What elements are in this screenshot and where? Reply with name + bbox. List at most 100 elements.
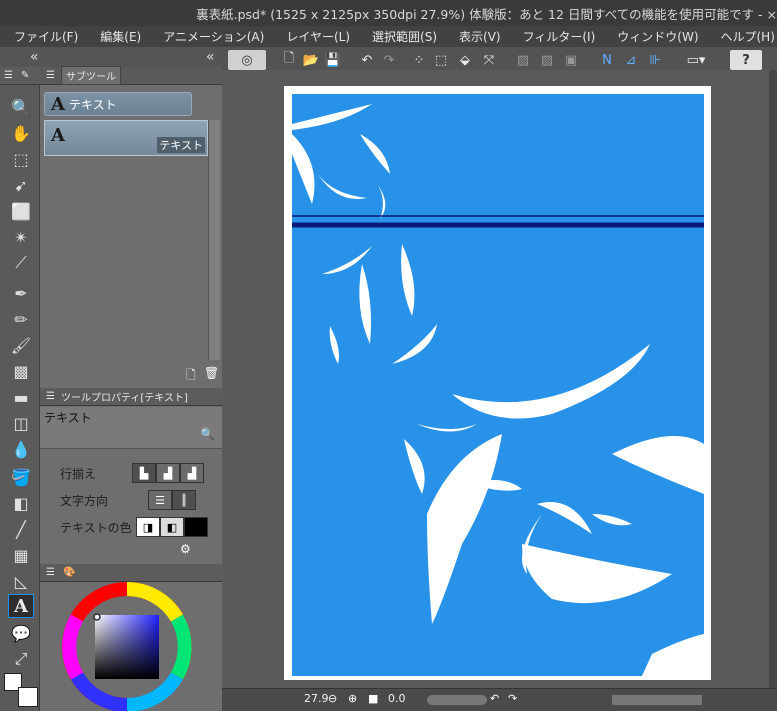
sub-color-swatch[interactable] [18,687,38,707]
subtool-tab[interactable]: サブツール [60,66,121,85]
feather-illustration [292,104,704,676]
subtool-item-label: テキスト [157,137,205,153]
operation-tool-icon[interactable]: ➹ [8,173,34,197]
subtool-group-text[interactable]: A テキスト [44,92,192,116]
fit-icon[interactable]: ■ [368,692,378,705]
subtool-item-text[interactable]: A テキスト [44,120,208,156]
magnify-icon[interactable]: 🔍 [200,427,215,441]
airbrush-tool-icon[interactable]: ▬ [8,385,34,409]
menu-icon[interactable]: ☰ [4,70,13,81]
pen-tool-icon[interactable]: ✒ [8,281,34,305]
status-bar: 27.9 ⊖ ⊕ ■ 0.0 ↶ ↷ [222,688,777,711]
selection-tool-icon[interactable]: ⬜ [8,199,34,223]
menu-item-1[interactable]: 編集(E) [86,28,149,45]
menu-icon[interactable]: ☰ [46,391,55,402]
clip-studio-icon[interactable]: ◎ [228,50,266,70]
tool-property-title-box: テキスト 🔍 [40,407,222,449]
rotation-value[interactable]: 0.0 [388,692,406,705]
user-color-button[interactable] [184,517,208,537]
menu-item-7[interactable]: ウィンドウ(W) [603,28,706,45]
eraser-tool-icon[interactable]: ◫ [8,411,34,435]
menu-bar: ファイル(F) 編集(E) アニメーション(A) レイヤー(L) 選択範囲(S) 表示(V… [0,26,777,47]
settings-icon[interactable]: ⚙ [180,542,191,556]
vertical-scrollbar[interactable] [769,70,777,688]
tool-column-header: ☰ ✎ [0,67,40,85]
clear-icon[interactable]: ⁘ [408,50,430,70]
align-label: 行揃え [60,466,97,481]
zoom-value[interactable]: 27.9 [304,692,329,705]
fill-tool-icon[interactable]: 🪣 [8,465,34,489]
align-left-button[interactable]: ▙ [132,463,156,483]
collapse-right-icon[interactable]: « [206,49,215,65]
open-file-icon[interactable]: 📂 [300,50,322,70]
brush-tool-icon[interactable]: 🖌 [8,333,34,357]
gradient-tool-icon[interactable]: ◧ [8,491,34,515]
layer-icon-3[interactable]: ▣ [560,50,582,70]
zoom-tool-icon[interactable]: 🔍 [8,95,34,119]
menu-item-6[interactable]: フィルター(I) [509,28,604,45]
main-color-button[interactable]: ◨ [136,517,160,537]
fill-icon[interactable]: ⬙ [454,50,476,70]
collapse-left-icon[interactable]: « [30,49,39,65]
rotate-right-icon[interactable]: ↷ [508,692,517,705]
menu-item-3[interactable]: レイヤー(L) [272,28,358,45]
blend-tool-icon[interactable]: 💧 [8,437,34,461]
align-center-button[interactable]: ▟ [156,463,180,483]
redo-icon[interactable]: ↷ [378,50,400,70]
rotate-left-icon[interactable]: ↶ [490,692,499,705]
zoom-out-icon[interactable]: ⊖ [328,692,337,705]
menu-item-0[interactable]: ファイル(F) [0,28,86,45]
snap-ruler-icon[interactable]: N [596,50,618,70]
artwork[interactable] [292,94,704,676]
color-wheel-tab-icon[interactable]: 🎨 [63,567,75,578]
tool-property-tab[interactable]: ツールプロパティ[テキスト] [61,389,188,404]
transform-icon[interactable]: ⬚ [430,50,452,70]
layer-icon-1[interactable]: ▨ [512,50,534,70]
pencil-tool-icon[interactable]: ✏ [8,307,34,331]
object-tool-icon[interactable]: ⬚ [8,147,34,171]
align-right-button[interactable]: ▟ [180,463,204,483]
menu-item-2[interactable]: アニメーション(A) [149,28,272,45]
scale-icon[interactable]: ⤧ [478,50,500,70]
sub-color-button[interactable]: ◧ [160,517,184,537]
text-color-label: テキストの色 [60,520,132,535]
color-wheel[interactable] [60,580,194,711]
panel-collapse-bar[interactable]: « « [0,47,222,67]
menu-item-5[interactable]: 表示(V) [445,28,509,45]
save-icon[interactable]: 💾 [322,50,344,70]
snap-grid-icon[interactable]: ⊪ [644,50,666,70]
direction-row: 文字方向 ☰ ║ [44,488,214,512]
eyedropper-tool-icon[interactable]: ⟋ [8,251,34,275]
horizontal-text-button[interactable]: ☰ [148,490,172,510]
line-tool-icon[interactable]: ╱ [8,517,34,541]
window-layout-icon[interactable]: ▭▾ [678,50,714,70]
layer-icon-2[interactable]: ▨ [536,50,558,70]
new-subtool-icon[interactable]: 🗋 [186,366,196,387]
delete-subtool-icon[interactable]: 🗑 [204,366,219,380]
menu-icon[interactable]: ☰ [46,70,55,81]
undo-icon[interactable]: ↶ [356,50,378,70]
hand-tool-icon[interactable]: ✋ [8,121,34,145]
decoration-tool-icon[interactable]: ▩ [8,359,34,383]
tool-property-title: テキスト [44,411,92,425]
direction-label: 文字方向 [60,493,109,508]
menu-icon[interactable]: ☰ [46,567,55,578]
zoom-in-icon[interactable]: ⊕ [348,692,357,705]
new-file-icon[interactable]: 🗋 [278,50,300,70]
correct-line-tool-icon[interactable]: ⤢ [8,647,34,671]
vertical-text-button[interactable]: ║ [172,490,196,510]
snap-special-ruler-icon[interactable]: ⊿ [620,50,642,70]
balloon-tool-icon[interactable]: 💬 [8,621,34,645]
text-tool-icon[interactable]: A [8,594,34,618]
auto-select-tool-icon[interactable]: ✴ [8,225,34,249]
frame-tool-icon[interactable]: ▦ [8,543,34,567]
menu-item-4[interactable]: 選択範囲(S) [358,28,445,45]
help-icon[interactable]: ? [730,50,762,70]
horizontal-scrollbar[interactable] [612,695,702,705]
title-bar: 裏表紙.psd* (1525 x 2125px 350dpi 27.9%) 体験… [0,0,777,26]
menu-item-8[interactable]: ヘルプ(H) [707,28,777,45]
ruler-tool-icon[interactable]: ◺ [8,569,34,593]
text-color-row: テキストの色 ◨ ◧ [44,515,214,539]
subtool-scrollbar[interactable] [208,120,220,360]
rotation-slider[interactable] [427,695,487,705]
